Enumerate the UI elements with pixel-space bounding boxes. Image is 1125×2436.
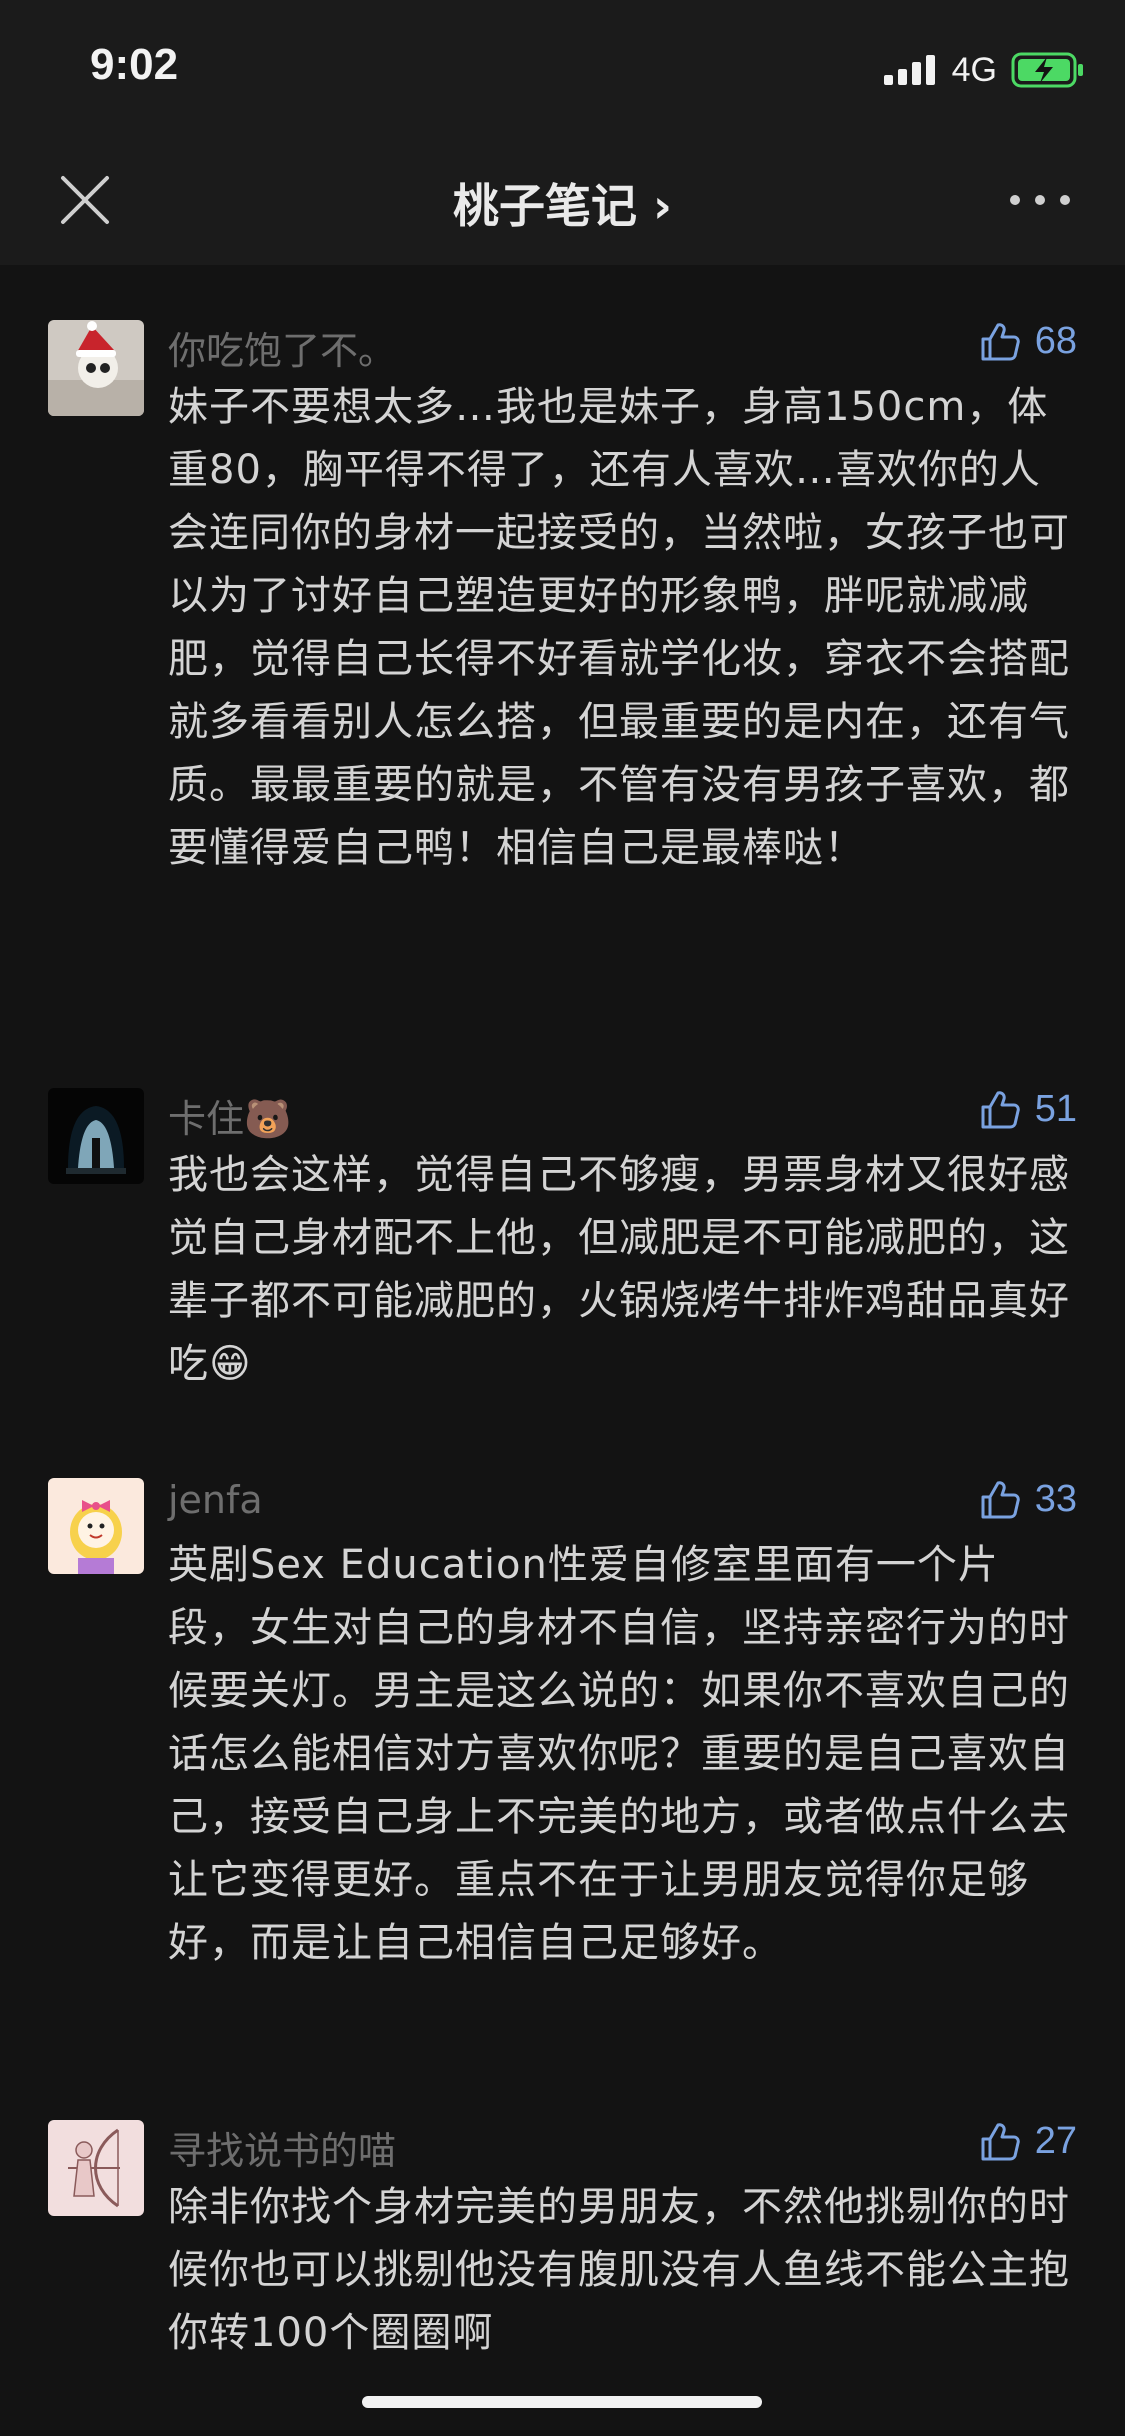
battery-charging-icon	[1011, 52, 1083, 88]
status-bar: 9:02 4G	[0, 0, 1125, 140]
comment-username[interactable]: jenfa	[168, 1478, 263, 1522]
avatar[interactable]	[48, 1478, 144, 1574]
more-icon[interactable]	[1005, 170, 1075, 230]
avatar[interactable]	[48, 2120, 144, 2216]
comment-username[interactable]: 寻找说书的喵	[168, 2120, 396, 2175]
avatar[interactable]	[48, 320, 144, 416]
like-count: 33	[1034, 1478, 1077, 1520]
comment-username[interactable]: 卡住🐻	[168, 1088, 291, 1143]
like-button[interactable]: 33	[979, 1478, 1077, 1521]
like-count: 68	[1034, 320, 1077, 362]
thumbs-up-icon	[981, 322, 1020, 360]
avatar[interactable]	[48, 1088, 144, 1184]
signal-icon	[883, 55, 935, 85]
page-title[interactable]: 桃子笔记 ›	[0, 170, 1125, 236]
like-button[interactable]: 27	[979, 2120, 1077, 2163]
comment-text: 除非你找个身材完美的男朋友，不然他挑剔你的时候你也可以挑剔他没有腹肌没有人鱼线不…	[168, 2184, 1070, 2356]
like-count: 27	[1034, 2120, 1077, 2162]
status-time: 9:02	[90, 40, 179, 89]
thumbs-up-icon	[981, 1480, 1020, 1518]
comment-text: 我也会这样，觉得自己不够瘦，男票身材又很好感觉自己身材配不上他，但减肥是不可能减…	[168, 1152, 1070, 1387]
comment-username[interactable]: 你吃饱了不。	[168, 320, 396, 375]
thumbs-up-icon	[981, 1090, 1020, 1128]
comment-text: 英剧Sex Education性爱自修室里面有一个片段，女生对自己的身材不自信，…	[168, 1542, 1070, 1966]
nav-bar: 桃子笔记 ›	[0, 140, 1125, 265]
status-indicators: 4G	[883, 48, 1085, 92]
network-type: 4G	[951, 50, 997, 89]
comment-text: 妹子不要想太多…我也是妹子，身高150cm，体重80，胸平得不得了，还有人喜欢……	[168, 384, 1070, 871]
like-button[interactable]: 51	[979, 1088, 1077, 1131]
thumbs-up-icon	[981, 2122, 1020, 2160]
like-button[interactable]: 68	[979, 320, 1077, 363]
home-indicator[interactable]	[362, 2396, 762, 2408]
like-count: 51	[1034, 1088, 1077, 1130]
